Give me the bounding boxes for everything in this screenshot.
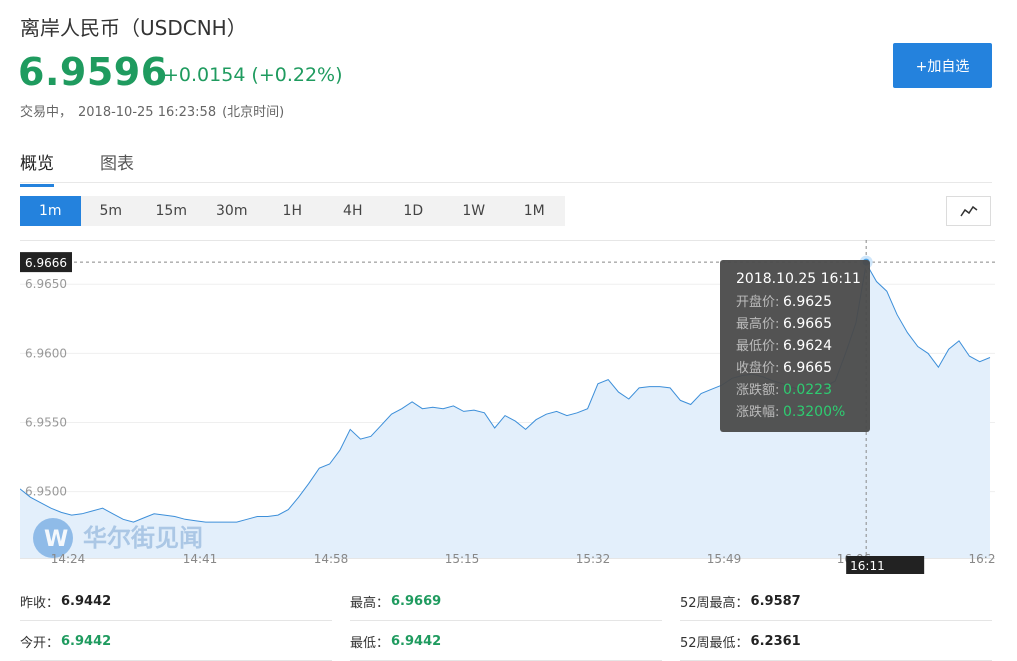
tooltip-value: 6.9665 (783, 316, 832, 332)
x-tick-label: 16:2 (969, 552, 995, 566)
current-price: 6.9596 (18, 50, 168, 94)
period-1d[interactable]: 1D (383, 196, 444, 226)
period-5m[interactable]: 5m (81, 196, 142, 226)
stats-row: 昨收： 6.9442 最高： 6.9669 52周最高： 6.9587 (20, 582, 992, 621)
period-selector: 1m 5m 15m 30m 1H 4H 1D 1W 1M (20, 196, 565, 226)
period-4h[interactable]: 4H (323, 196, 384, 226)
tooltip-value: 0.0223 (783, 382, 832, 398)
period-1h[interactable]: 1H (262, 196, 323, 226)
period-1mo[interactable]: 1M (504, 196, 565, 226)
line-chart-icon (959, 205, 977, 217)
price-chart-svg: 6.9650 6.9600 6.9550 6.9500 W 华尔街见闻14:24 14:41… (19, 240, 995, 574)
stat-label: 昨收： (20, 595, 60, 611)
tooltip-value: 6.9665 (783, 360, 832, 376)
y-tick-label: 6.9550 (25, 416, 67, 430)
stat-52w-high: 52周最高： 6.9587 (680, 582, 992, 621)
stat-value: 6.9669 (391, 593, 442, 609)
stat-value: 6.9442 (61, 593, 112, 609)
stat-value: 6.9587 (750, 593, 801, 609)
stat-label: 最低： (350, 635, 390, 651)
period-1w[interactable]: 1W (444, 196, 505, 226)
tooltip-label: 最低价: (736, 339, 779, 354)
stat-value: 6.2361 (750, 633, 801, 649)
tooltip-value: 6.9625 (783, 294, 832, 310)
main-tabs: 概览 图表 (20, 138, 992, 187)
period-1m[interactable]: 1m (20, 196, 81, 226)
x-tick-label: 15:49 (707, 552, 742, 566)
stat-prev-close: 昨收： 6.9442 (20, 582, 332, 621)
x-tick-label: 15:15 (445, 552, 480, 566)
add-to-watchlist-button[interactable]: +加自选 (893, 43, 992, 88)
stat-open: 今开： 6.9442 (20, 622, 332, 661)
tooltip-label: 收盘价: (736, 360, 779, 376)
price-chart[interactable]: 6.9650 6.9600 6.9550 6.9500 W 华尔街见闻 14:24 14:41… (19, 240, 995, 574)
chart-type-button[interactable] (946, 196, 991, 226)
trading-timezone: (北京时间) (222, 105, 285, 120)
crosshair-price-label: 6.9666 (25, 256, 67, 270)
price-change-amount: +0.0154 (163, 64, 246, 86)
trading-status: 交易中， 2018-10-25 16:23:58 (北京时间) (20, 101, 284, 120)
x-tick-label: 15:32 (576, 552, 611, 566)
stat-52w-low: 52周最低： 6.2361 (680, 622, 992, 661)
tooltip-time: 2018.10.25 16:11 (736, 271, 861, 287)
tab-overview[interactable]: 概览 (20, 149, 54, 187)
page-title: 离岸人民币（USDCNH） (20, 16, 247, 40)
watermark-text: 华尔街见闻 (83, 523, 203, 552)
period-15m[interactable]: 15m (141, 196, 202, 226)
stat-label: 52周最低： (680, 635, 749, 651)
crosshair-time-label: 16:11 (850, 559, 885, 573)
stat-value: 6.9442 (391, 633, 442, 649)
stat-value: 6.9442 (61, 633, 112, 649)
price-change-percent: (+0.22%) (251, 64, 343, 86)
price-change: +0.0154 (+0.22%) (163, 64, 343, 86)
stat-label: 最高： (350, 595, 390, 611)
tooltip-label: 最高价: (736, 316, 779, 332)
x-tick-label: 14:24 (51, 552, 86, 566)
y-tick-label: 6.9500 (25, 485, 67, 499)
tooltip-value: 6.9624 (783, 338, 832, 354)
stat-label: 52周最高： (680, 595, 749, 611)
stat-high: 最高： 6.9669 (350, 582, 662, 621)
x-tick-label: 14:41 (183, 552, 218, 566)
watermark-logo-letter: W (44, 527, 68, 552)
trading-status-label: 交易中， (20, 105, 73, 120)
tooltip-value: 0.3200% (783, 404, 845, 420)
tooltip-label: 涨跌幅: (736, 404, 779, 420)
tooltip-label: 涨跌额: (736, 382, 779, 398)
trading-datetime: 2018-10-25 16:23:58 (78, 105, 217, 120)
stats-row: 今开： 6.9442 最低： 6.9442 52周最低： 6.2361 (20, 622, 992, 661)
tooltip-label: 开盘价: (736, 294, 779, 310)
y-tick-label: 6.9650 (25, 277, 67, 291)
stat-low: 最低： 6.9442 (350, 622, 662, 661)
tab-chart[interactable]: 图表 (100, 149, 134, 184)
period-30m[interactable]: 30m (202, 196, 263, 226)
stat-label: 今开： (20, 635, 60, 651)
x-tick-label: 14:58 (314, 552, 349, 566)
y-tick-label: 6.9600 (25, 346, 67, 360)
